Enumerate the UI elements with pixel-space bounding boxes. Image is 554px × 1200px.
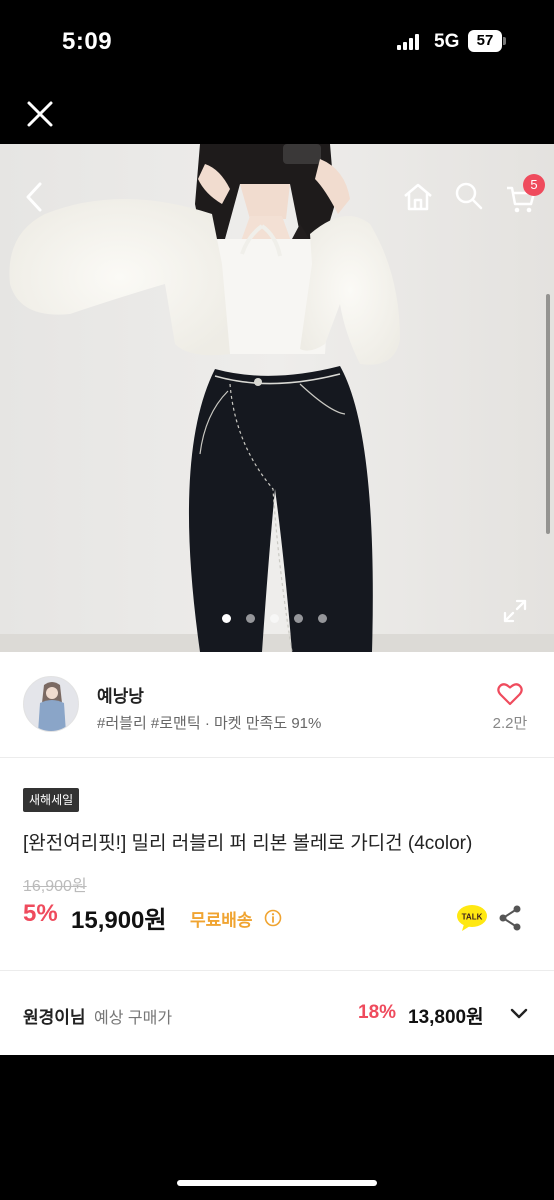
seller-avatar[interactable] — [23, 676, 79, 732]
seller-section[interactable]: 예낭낭 #러블리 #로맨틱 · 마켓 만족도 91% 2.2만 — [0, 652, 554, 758]
battery-level: 57 — [468, 30, 502, 52]
chevron-down-icon — [510, 1008, 528, 1019]
discount-rate: 5% — [23, 900, 58, 927]
sale-price: 15,900원 — [71, 907, 167, 934]
kakao-talk-button[interactable]: TALK — [456, 904, 488, 932]
signal-icon — [397, 34, 423, 50]
info-icon — [264, 909, 282, 927]
expected-price-label: 예상 구매가 — [94, 1010, 173, 1027]
seller-tags: #러블리 #로맨틱 · 마켓 만족도 91% — [97, 715, 322, 732]
share-icon — [499, 905, 521, 931]
carousel-dot[interactable] — [246, 614, 255, 623]
back-icon — [26, 182, 42, 212]
status-time: 5:09 — [62, 28, 113, 55]
product-details: 새해세일 [완전여리핏!] 밀리 러블리 퍼 리본 볼레로 가디건 (4colo… — [0, 758, 554, 971]
network-label: 5G — [434, 31, 460, 52]
hero-navigation — [0, 144, 554, 244]
top-bar — [0, 84, 554, 144]
heart-icon — [497, 683, 523, 706]
home-icon — [404, 183, 432, 211]
product-image-carousel[interactable] — [0, 144, 554, 652]
avatar-image — [24, 677, 78, 731]
free-shipping-label: 무료배송 — [190, 911, 253, 930]
product-info: 예낭낭 #러블리 #로맨틱 · 마켓 만족도 91% 2.2만 새해세일 [완전… — [0, 652, 554, 1055]
like-count: 2.2만 — [492, 715, 528, 732]
share-button[interactable] — [497, 904, 523, 932]
shipping-info-button[interactable] — [264, 909, 282, 927]
talk-label: TALK — [462, 913, 483, 922]
status-bar: 5:09 5G 57 — [0, 0, 554, 84]
sale-badge: 새해세일 — [23, 788, 80, 812]
cart-count-badge: 5 — [523, 174, 545, 196]
search-icon — [455, 182, 483, 210]
close-icon — [27, 101, 53, 127]
battery-icon: 57 — [468, 30, 506, 52]
carousel-dot[interactable] — [270, 614, 279, 623]
seller-name[interactable]: 예낭낭 — [97, 682, 144, 707]
kakao-talk-icon: TALK — [457, 905, 487, 931]
expected-price-row[interactable]: 원경이님 예상 구매가 18% 13,800원 — [0, 971, 554, 1055]
original-price: 16,900원 — [23, 878, 87, 895]
back-button[interactable] — [20, 180, 50, 214]
carousel-dot[interactable] — [294, 614, 303, 623]
carousel-dot[interactable] — [222, 614, 231, 623]
expand-expected-price-button[interactable] — [508, 1003, 530, 1025]
carousel-indicators — [222, 614, 327, 623]
expand-button[interactable] — [502, 598, 528, 624]
carousel-dot[interactable] — [318, 614, 327, 623]
user-name: 원경이님 — [23, 1008, 86, 1027]
home-button[interactable] — [401, 180, 435, 214]
product-title: [완전여리핏!] 밀리 러블리 퍼 리본 볼레로 가디건 (4color) — [23, 833, 473, 854]
expected-discount: 18% — [358, 1002, 397, 1023]
close-button[interactable] — [24, 98, 56, 130]
expected-price: 13,800원 — [408, 1007, 484, 1028]
expand-icon — [503, 599, 527, 623]
search-button[interactable] — [453, 180, 485, 212]
home-indicator[interactable] — [177, 1180, 377, 1186]
scrollbar[interactable] — [546, 294, 550, 534]
